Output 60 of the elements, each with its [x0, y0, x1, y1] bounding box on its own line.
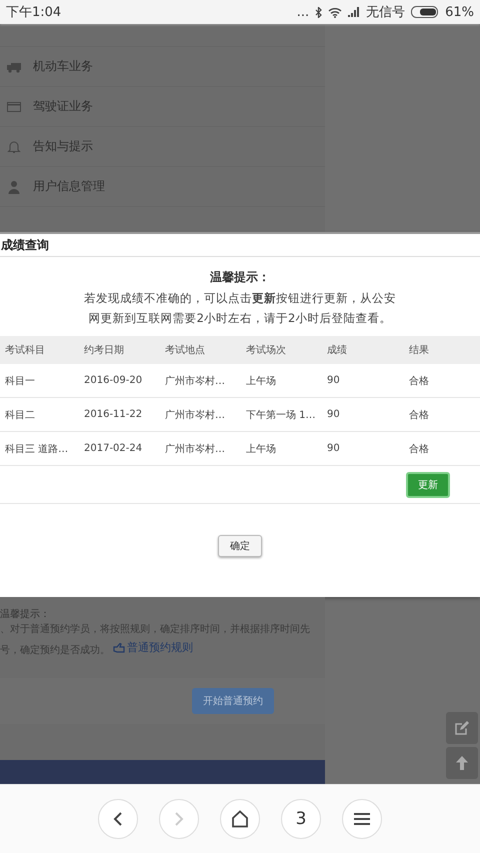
forward-icon	[173, 811, 185, 827]
home-button[interactable]	[220, 799, 260, 839]
table-cell: 2016-09-20	[79, 364, 160, 398]
menu-item[interactable]: 机动车业务	[33, 58, 93, 75]
table-cell: 上午场	[241, 364, 322, 398]
battery-icon	[411, 6, 440, 18]
column-header: 考试场次	[241, 336, 322, 364]
rules-link[interactable]: 普通预约规则	[113, 639, 194, 657]
user-icon	[7, 180, 21, 194]
wifi-icon	[328, 6, 342, 18]
menu-icon	[353, 812, 371, 826]
column-header: 结果	[404, 336, 480, 364]
menu-item[interactable]: 用户信息管理	[33, 178, 105, 195]
dialog-title: 成绩查询	[1, 236, 49, 254]
edit-button[interactable]	[446, 712, 478, 744]
table-cell: 下午第一场 1…	[241, 398, 322, 432]
table-cell: 合格	[404, 364, 480, 398]
tabs-button[interactable]: 3	[281, 799, 321, 839]
carrier-label: 无信号	[366, 4, 406, 21]
home-icon	[230, 810, 250, 828]
table-cell: 2016-11-22	[79, 398, 160, 432]
column-header: 考试科目	[0, 336, 79, 364]
update-button[interactable]: 更新	[406, 472, 450, 498]
signal-icon	[348, 7, 360, 17]
column-header: 成绩	[322, 336, 404, 364]
notice-title: 温馨提示：	[209, 269, 271, 286]
confirm-button[interactable]: 确定	[218, 535, 262, 557]
table-cell: 广州市岑村…	[160, 364, 241, 398]
table-cell: 90	[322, 398, 404, 432]
clock: 下午1:04	[6, 4, 62, 21]
table-cell: 科目一	[0, 364, 79, 398]
table-cell: 科目二	[0, 398, 79, 432]
table-cell: 广州市岑村…	[160, 432, 241, 466]
table-cell: 90	[322, 364, 404, 398]
scroll-top-button[interactable]	[446, 747, 478, 779]
table-cell: 科目三 道路…	[0, 432, 79, 466]
table-cell: 广州市岑村…	[160, 398, 241, 432]
table-cell: 上午场	[241, 432, 322, 466]
table-cell: 90	[322, 432, 404, 466]
column-header: 考试地点	[160, 336, 241, 364]
bluetooth-icon	[315, 6, 322, 18]
card-icon	[7, 100, 21, 114]
table-cell: 合格	[404, 432, 480, 466]
column-header: 约考日期	[79, 336, 160, 364]
menu-item[interactable]: 告知与提示	[33, 138, 93, 155]
menu-button[interactable]	[342, 799, 382, 839]
table-cell: 2017-02-24	[79, 432, 160, 466]
notice-text: 若发现成绩不准确的，可以点击更新按钮进行更新，从公安网更新到互联网需要2小时左右，请于2小时后登陆查看。	[83, 290, 397, 327]
hand-icon	[113, 643, 126, 653]
table-cell: 合格	[404, 398, 480, 432]
edit-icon	[454, 720, 470, 736]
tip-title: 温馨提示：	[0, 608, 51, 621]
battery-percent: 61%	[445, 4, 474, 20]
menu-item[interactable]: 驾驶证业务	[33, 98, 93, 115]
bell-icon	[7, 140, 21, 154]
back-icon	[112, 811, 124, 827]
start-booking-button[interactable]: 开始普通预约	[192, 688, 274, 714]
back-button[interactable]	[98, 799, 138, 839]
arrow-up-icon	[455, 755, 469, 771]
more-dots: ...	[296, 4, 310, 20]
